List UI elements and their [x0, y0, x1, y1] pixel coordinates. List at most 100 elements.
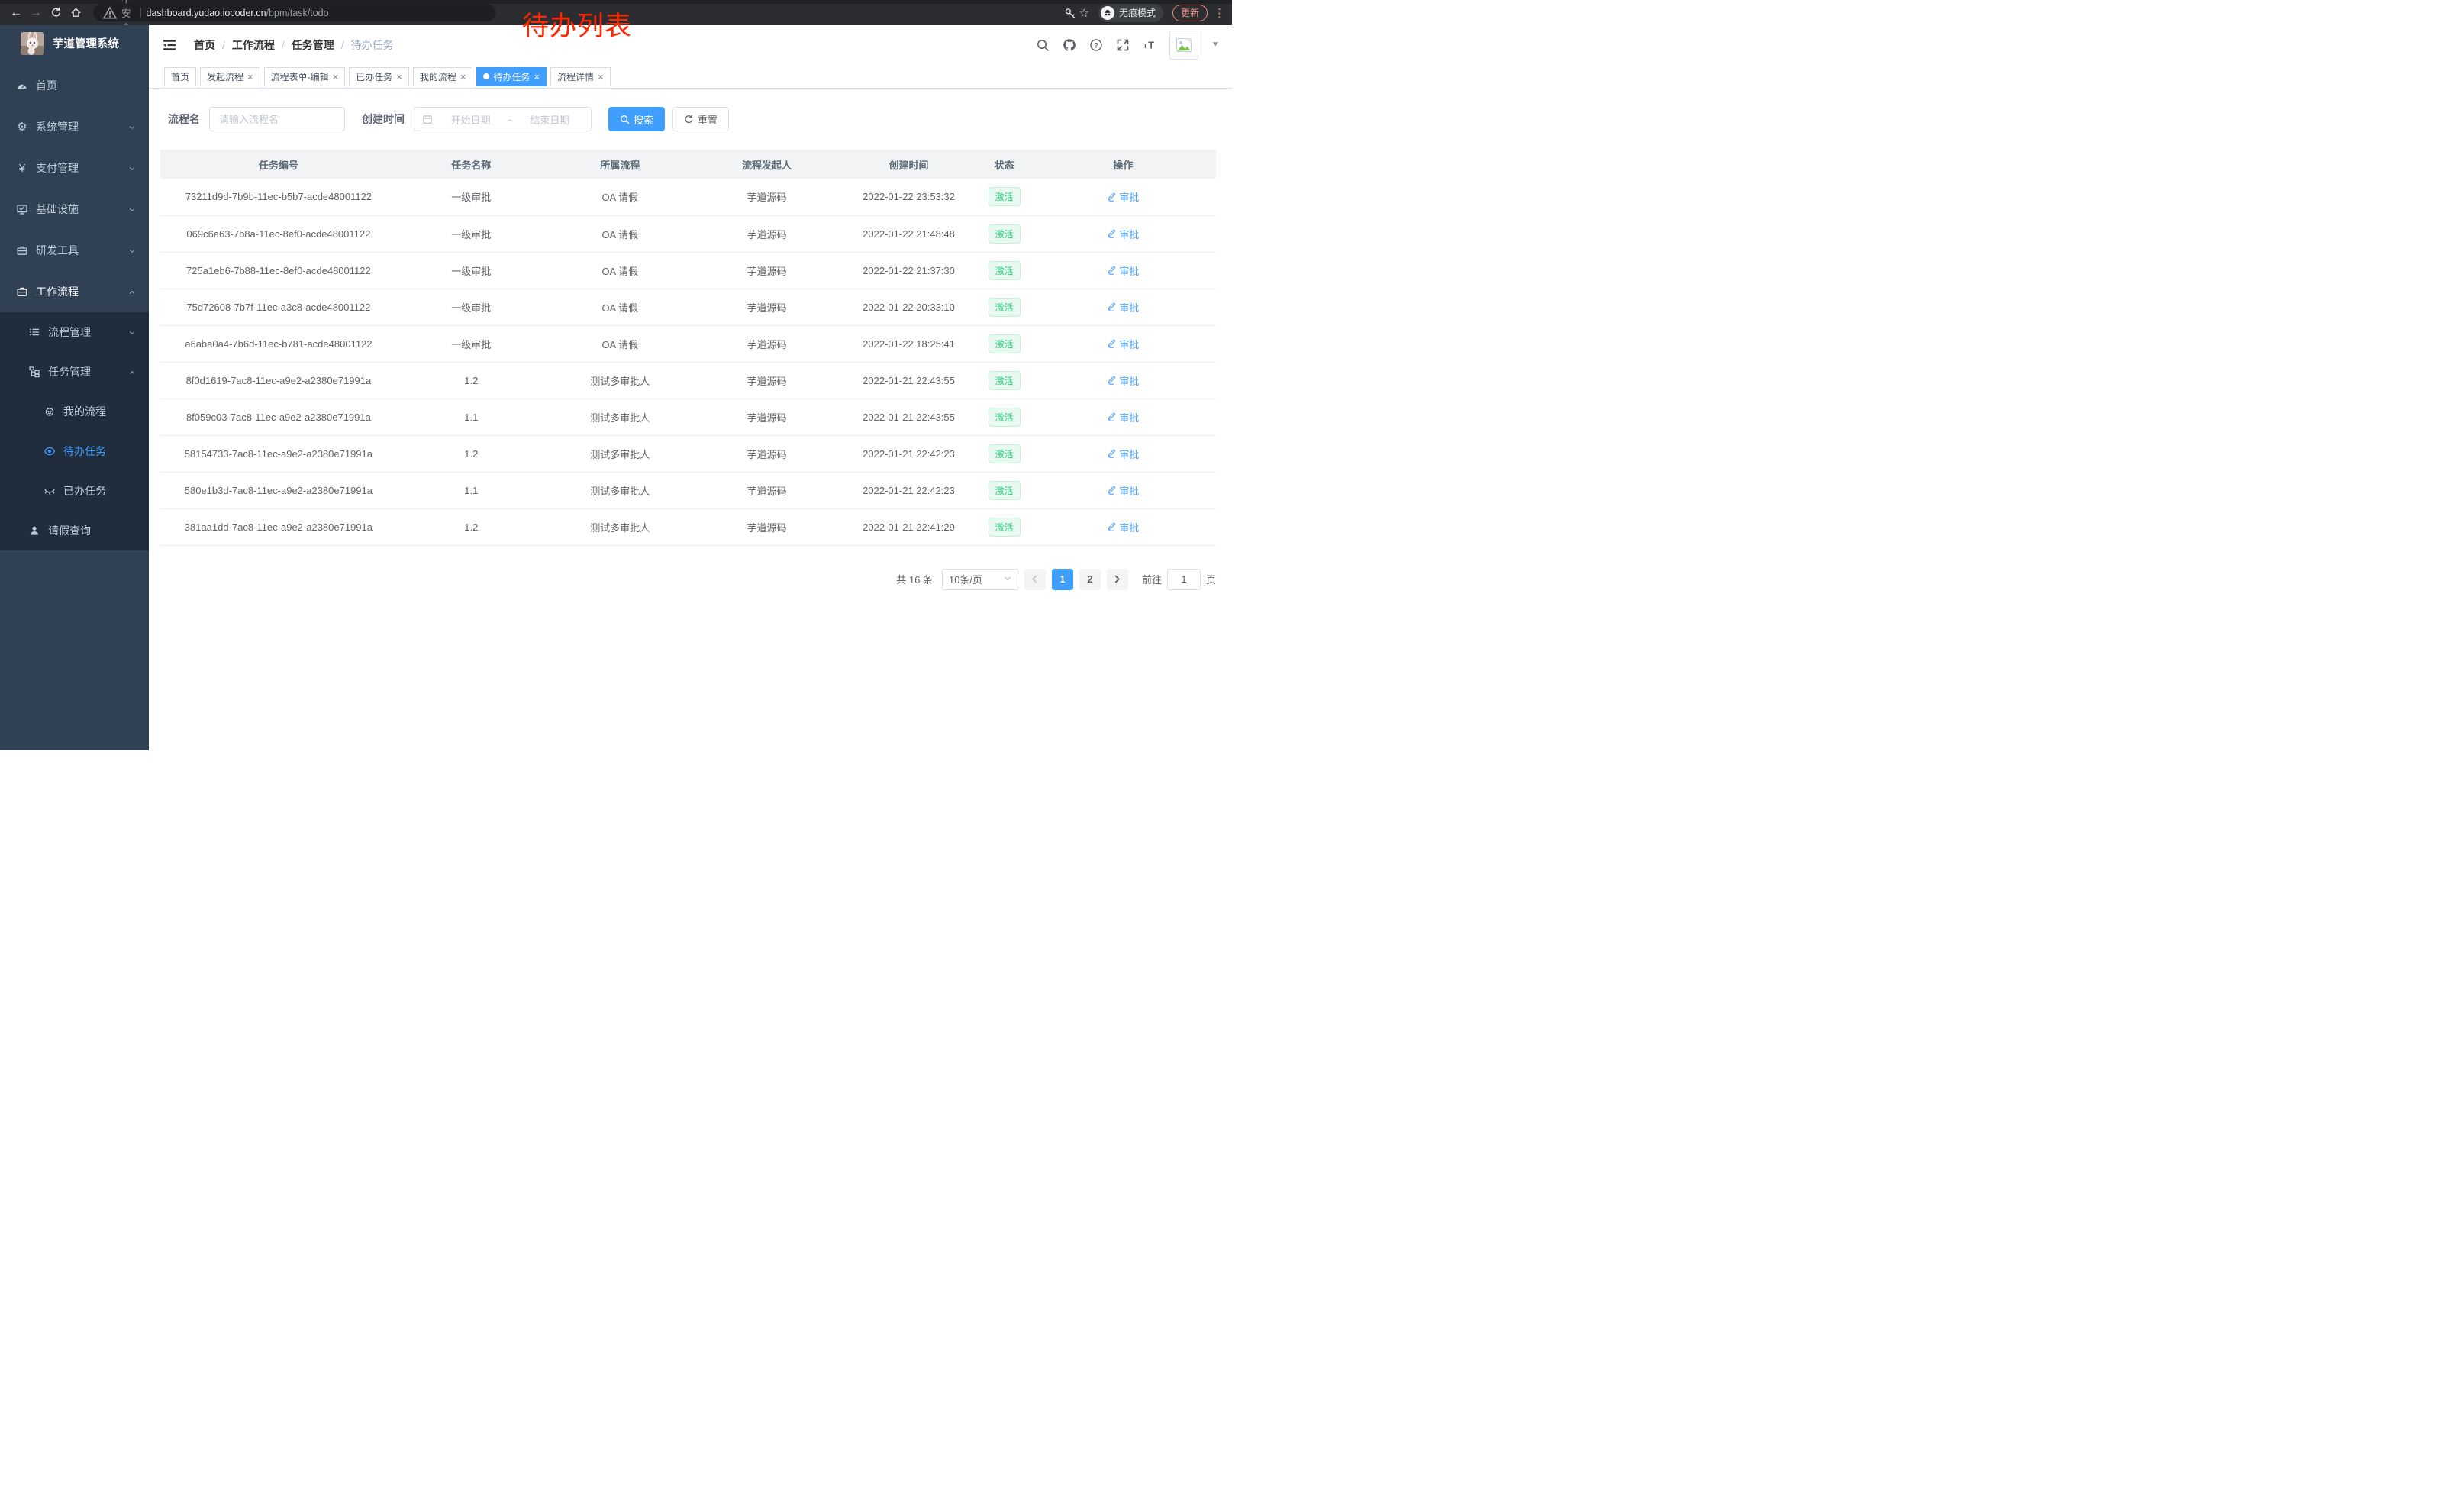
tab-3[interactable]: 已办任务×: [349, 67, 409, 86]
navbar-actions: ? TT: [1036, 31, 1220, 60]
goto-page-input[interactable]: [1167, 569, 1201, 590]
tab-0[interactable]: 首页: [164, 67, 196, 86]
approve-link[interactable]: 审批: [1107, 189, 1139, 204]
chevron-down-icon: [127, 205, 137, 214]
date-range-picker[interactable]: 开始日期 - 结束日期: [414, 107, 592, 131]
tab-1[interactable]: 发起流程×: [200, 67, 260, 86]
pencil-icon: [1107, 412, 1116, 421]
close-icon[interactable]: ×: [333, 72, 339, 82]
sidebar-item-7[interactable]: 任务管理: [0, 352, 149, 392]
sidebar-logo: 芋道管理系统: [0, 25, 149, 61]
approve-link[interactable]: 审批: [1107, 337, 1139, 351]
close-icon[interactable]: ×: [598, 72, 604, 82]
tab-6[interactable]: 流程详情 ×: [550, 67, 611, 86]
chevron-down-icon[interactable]: [1211, 38, 1220, 52]
status-badge: 激活: [989, 481, 1021, 500]
sidebar-item-8[interactable]: 我的流程: [0, 392, 149, 431]
search-icon[interactable]: [1036, 38, 1050, 52]
approve-link[interactable]: 审批: [1107, 227, 1139, 241]
close-icon[interactable]: ×: [460, 72, 466, 82]
screenshot-root: ← → 不安全 dashboard.yudao.iocoder.cn/bpm/t…: [0, 0, 1232, 750]
sidebar-item-11[interactable]: 请假查询: [0, 511, 149, 550]
incognito-icon: [1101, 6, 1114, 20]
tags-view: 首页发起流程×流程表单-编辑×已办任务×我的流程×待办任务× 流程详情 ×: [149, 65, 1232, 89]
tab-4[interactable]: 我的流程×: [413, 67, 473, 86]
sidebar-item-1[interactable]: ⚙系统管理: [0, 106, 149, 147]
font-size-icon[interactable]: TT: [1143, 38, 1156, 52]
sidebar-item-0[interactable]: 首页: [0, 65, 149, 106]
table-row: 8f059c03-7ac8-11ec-a9e2-a2380e71991a1.1测…: [160, 399, 1216, 435]
close-icon[interactable]: ×: [534, 72, 540, 82]
sidebar-item-4[interactable]: 研发工具: [0, 230, 149, 271]
process-name-label: 流程名: [168, 111, 200, 127]
sidebar-item-label: 研发工具: [36, 243, 79, 258]
sidebar-item-3[interactable]: 基础设施: [0, 189, 149, 230]
close-icon[interactable]: ×: [396, 72, 402, 82]
sidebar-item-6[interactable]: 流程管理: [0, 312, 149, 352]
sidebar-item-label: 基础设施: [36, 202, 79, 217]
reset-button[interactable]: 重置: [672, 107, 729, 131]
approve-link[interactable]: 审批: [1107, 483, 1139, 498]
prev-page-button[interactable]: [1024, 569, 1046, 590]
breadcrumb-separator: /: [222, 39, 225, 51]
list-icon: [27, 325, 41, 339]
bookmark-star-icon[interactable]: ☆: [1079, 6, 1089, 20]
close-icon[interactable]: ×: [247, 72, 253, 82]
url-bar[interactable]: 不安全 dashboard.yudao.iocoder.cn/bpm/task/…: [93, 4, 495, 21]
tab-2[interactable]: 流程表单-编辑×: [264, 67, 346, 86]
chevron-down-icon: [127, 122, 137, 131]
search-button[interactable]: 搜索: [608, 107, 665, 131]
approve-link[interactable]: 审批: [1107, 373, 1139, 388]
chevron-down-icon: [127, 328, 137, 337]
cell-time: 2022-01-21 22:41:29: [839, 508, 979, 545]
sidebar-item-label: 工作流程: [36, 284, 79, 299]
incognito-badge[interactable]: 无痕模式: [1098, 4, 1163, 22]
content: 流程名 创建时间 开始日期 - 结束日期 搜索: [149, 89, 1232, 750]
cell-time: 2022-01-21 22:43:55: [839, 362, 979, 399]
process-name-input[interactable]: [209, 107, 345, 131]
fullscreen-icon[interactable]: [1116, 38, 1130, 52]
page-size-select[interactable]: 10条/页: [942, 569, 1018, 590]
approve-link[interactable]: 审批: [1107, 263, 1139, 278]
help-icon[interactable]: ?: [1089, 38, 1103, 52]
page-button-1[interactable]: 1: [1052, 569, 1073, 590]
pagination: 共 16 条 10条/页 12 前往: [160, 569, 1216, 590]
breadcrumb-item[interactable]: 工作流程: [232, 37, 275, 53]
hamburger-icon[interactable]: [162, 37, 177, 53]
tab-label: 流程详情: [557, 70, 594, 83]
approve-link[interactable]: 审批: [1107, 447, 1139, 461]
sidebar-item-10[interactable]: 已办任务: [0, 471, 149, 511]
password-key-icon[interactable]: [1064, 7, 1076, 19]
page-button-2[interactable]: 2: [1079, 569, 1101, 590]
breadcrumb-item[interactable]: 任务管理: [292, 37, 334, 53]
sidebar-item-2[interactable]: ¥支付管理: [0, 147, 149, 189]
breadcrumb-item[interactable]: 首页: [194, 37, 215, 53]
status-badge: 激活: [989, 224, 1021, 244]
tab-5[interactable]: 待办任务×: [476, 67, 547, 86]
cell-name: 一级审批: [397, 289, 546, 325]
refresh-icon: [684, 115, 694, 124]
user-avatar[interactable]: [1169, 31, 1198, 60]
sidebar-item-5[interactable]: 工作流程: [0, 271, 149, 312]
cell-starter: 芋道源码: [695, 252, 839, 289]
approve-link[interactable]: 审批: [1107, 520, 1139, 534]
next-page-button[interactable]: [1107, 569, 1128, 590]
approve-link[interactable]: 审批: [1107, 300, 1139, 315]
back-icon[interactable]: ←: [8, 5, 24, 21]
sidebar-item-label: 已办任务: [63, 483, 106, 499]
approve-link[interactable]: 审批: [1107, 410, 1139, 424]
tree-icon: [27, 365, 41, 379]
forward-icon[interactable]: →: [27, 5, 44, 21]
github-icon[interactable]: [1063, 38, 1076, 52]
cell-name: 1.2: [397, 362, 546, 399]
home-icon[interactable]: [67, 5, 84, 21]
browser-menu-icon[interactable]: ⋮: [1214, 6, 1224, 20]
reload-icon[interactable]: [47, 5, 64, 21]
cell-status: 激活: [979, 252, 1030, 289]
cell-id: 75d72608-7b7f-11ec-a3c8-acde48001122: [160, 289, 397, 325]
update-button[interactable]: 更新: [1172, 5, 1208, 21]
cell-id: 069c6a63-7b8a-11ec-8ef0-acde48001122: [160, 215, 397, 252]
sidebar-item-9[interactable]: 待办任务: [0, 431, 149, 471]
pencil-icon: [1107, 192, 1116, 202]
create-time-label: 创建时间: [362, 111, 405, 127]
